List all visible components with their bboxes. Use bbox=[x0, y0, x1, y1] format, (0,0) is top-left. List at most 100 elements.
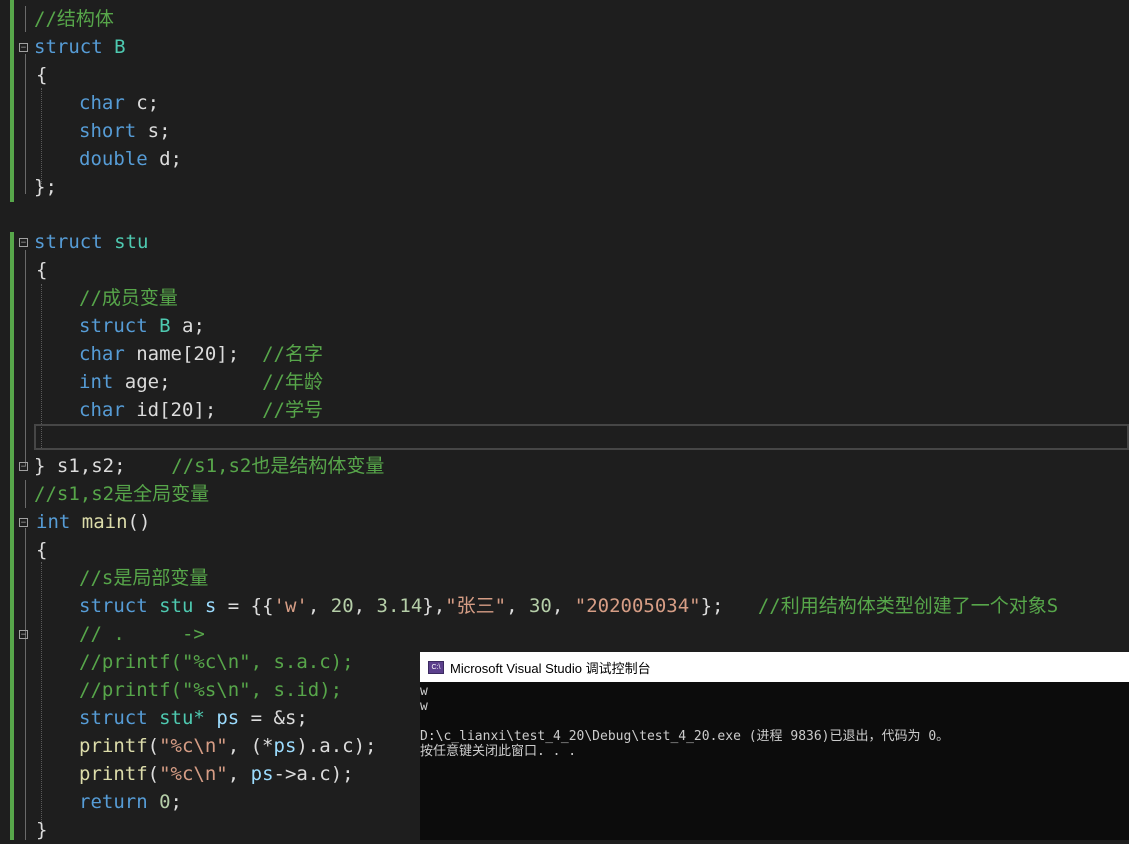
code-line[interactable]: char c; bbox=[79, 89, 159, 117]
punct: , bbox=[506, 595, 529, 617]
string-literal: "202005034" bbox=[574, 595, 701, 617]
number: 3.14 bbox=[376, 595, 423, 617]
punct: ( bbox=[147, 735, 160, 757]
number: 0 bbox=[159, 791, 171, 813]
code-line[interactable]: struct stu bbox=[34, 228, 148, 256]
debug-console-window[interactable]: C:\ Microsoft Visual Studio 调试控制台 w w D:\c… bbox=[420, 652, 1129, 840]
code-line[interactable]: { bbox=[36, 256, 47, 284]
console-app-icon: C:\ bbox=[428, 660, 444, 674]
punct: , bbox=[551, 595, 575, 617]
punct: ( bbox=[147, 763, 160, 785]
punct: = &s; bbox=[239, 707, 308, 729]
comment: //s1,s2也是结构体变量 bbox=[171, 455, 385, 477]
collapse-icon[interactable]: − bbox=[19, 630, 28, 640]
keyword: double bbox=[79, 148, 148, 170]
type-name: B bbox=[114, 36, 126, 58]
code-line[interactable]: struct stu s = {{'w', 20, 3.14},"张三", 30… bbox=[79, 592, 1058, 620]
collapse-icon[interactable]: − bbox=[19, 518, 28, 528]
keyword: struct bbox=[34, 231, 103, 253]
identifier: s bbox=[147, 120, 160, 142]
paren: () bbox=[127, 511, 151, 533]
identifier: id[20]; bbox=[136, 399, 217, 421]
identifier: a; bbox=[182, 315, 205, 337]
comment: //年龄 bbox=[262, 371, 323, 393]
code-line[interactable]: //成员变量 bbox=[79, 284, 178, 312]
collapse-icon[interactable]: − bbox=[19, 43, 28, 53]
code-line[interactable]: { bbox=[36, 61, 47, 89]
keyword: struct bbox=[79, 315, 148, 337]
keyword: char bbox=[79, 399, 125, 421]
brace: { bbox=[36, 64, 48, 86]
console-line: D:\c_lianxi\test_4_20\Debug\test_4_20.ex… bbox=[420, 729, 950, 744]
comment: //s是局部变量 bbox=[79, 567, 209, 589]
type-name: stu* bbox=[159, 707, 205, 729]
code-line[interactable]: printf("%c\n", ps->a.c); bbox=[79, 760, 354, 788]
current-line-highlight bbox=[34, 424, 1129, 450]
identifier: name[20]; bbox=[136, 343, 240, 365]
brace: { bbox=[36, 259, 48, 281]
code-line[interactable]: double d; bbox=[79, 145, 182, 173]
code-line[interactable]: char id[20]; //学号 bbox=[79, 396, 323, 424]
code-line[interactable]: //printf("%s\n", s.id); bbox=[79, 676, 342, 704]
punct: , bbox=[353, 595, 377, 617]
indent-guide bbox=[41, 88, 42, 184]
identifier: s bbox=[204, 595, 217, 617]
identifier: ps bbox=[273, 735, 297, 757]
punct: ).a.c); bbox=[296, 735, 377, 757]
change-indicator-bar bbox=[10, 232, 14, 840]
code-line[interactable]: //结构体 bbox=[34, 5, 114, 33]
number: 30 bbox=[528, 595, 552, 617]
code-line[interactable]: struct stu* ps = &s; bbox=[79, 704, 308, 732]
collapse-icon[interactable]: − bbox=[19, 238, 28, 248]
console-line: 按任意键关闭此窗口. . . bbox=[420, 744, 577, 759]
collapse-icon[interactable]: − bbox=[19, 462, 28, 472]
comment: //printf("%s\n", s.id); bbox=[79, 679, 343, 701]
keyword: int bbox=[79, 371, 114, 393]
brace: { bbox=[36, 539, 48, 561]
code-line[interactable]: //s1,s2是全局变量 bbox=[34, 480, 209, 508]
code-line[interactable]: { bbox=[36, 536, 47, 564]
identifier: age; bbox=[124, 371, 171, 393]
punct: , bbox=[307, 595, 331, 617]
number: 20 bbox=[330, 595, 354, 617]
code-line[interactable]: }; bbox=[34, 173, 57, 201]
console-line: w bbox=[420, 699, 428, 714]
code-line[interactable]: int main() bbox=[36, 508, 150, 536]
code-line[interactable]: //printf("%c\n", s.a.c); bbox=[79, 648, 354, 676]
code-line[interactable]: //s是局部变量 bbox=[79, 564, 208, 592]
punct: ->a.c); bbox=[273, 763, 354, 785]
indent-guide bbox=[41, 562, 42, 822]
comment: //名字 bbox=[262, 343, 323, 365]
code-line[interactable]: return 0; bbox=[79, 788, 182, 816]
outline-guide bbox=[25, 54, 26, 194]
outline-guide bbox=[25, 6, 26, 32]
console-title-bar[interactable]: C:\ Microsoft Visual Studio 调试控制台 bbox=[420, 652, 1129, 682]
type-name: B bbox=[159, 315, 171, 337]
outline-guide bbox=[25, 250, 26, 466]
code-line[interactable]: char name[20]; //名字 bbox=[79, 340, 323, 368]
type-name: stu bbox=[159, 595, 194, 617]
code-line[interactable]: int age; //年龄 bbox=[79, 368, 323, 396]
keyword: int bbox=[36, 511, 71, 533]
code-line[interactable]: struct B a; bbox=[79, 312, 205, 340]
outline-guide bbox=[25, 480, 26, 508]
brace: } bbox=[36, 819, 48, 841]
code-line[interactable]: struct B bbox=[34, 33, 126, 61]
keyword: struct bbox=[79, 707, 148, 729]
keyword: struct bbox=[34, 36, 103, 58]
punct: ; bbox=[170, 791, 182, 813]
console-title: Microsoft Visual Studio 调试控制台 bbox=[450, 660, 651, 676]
change-indicator-bar bbox=[10, 0, 14, 202]
comment: //学号 bbox=[262, 399, 323, 421]
code-line[interactable]: } s1,s2; //s1,s2也是结构体变量 bbox=[34, 452, 384, 480]
identifier: ps bbox=[250, 763, 274, 785]
code-line[interactable]: short s; bbox=[79, 117, 171, 145]
string-literal: "%c\n" bbox=[159, 735, 228, 757]
outline-guide bbox=[25, 528, 26, 840]
comment: //结构体 bbox=[34, 8, 114, 30]
function-name: printf bbox=[79, 763, 148, 785]
code-line[interactable]: // . -> bbox=[79, 620, 205, 648]
console-line: w bbox=[420, 684, 428, 699]
code-line[interactable]: printf("%c\n", (*ps).a.c); bbox=[79, 732, 376, 760]
